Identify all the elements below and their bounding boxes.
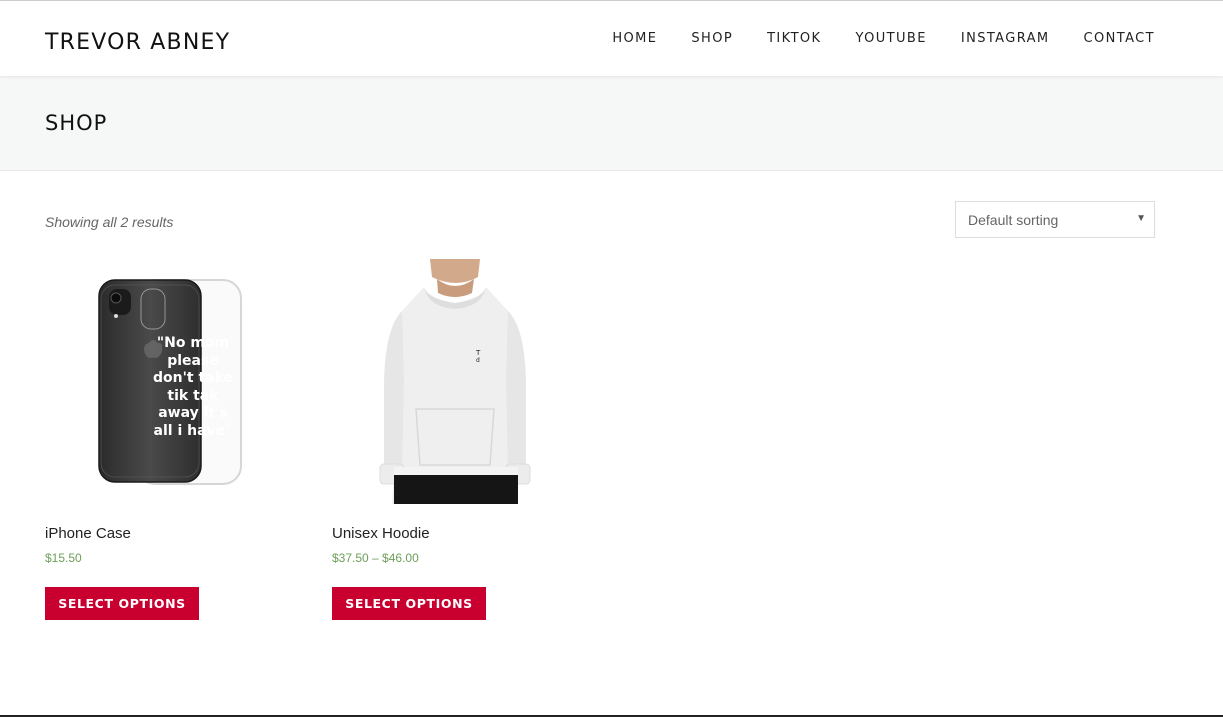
select-options-button[interactable]: SELECT OPTIONS xyxy=(45,587,199,620)
print-line: all i have" xyxy=(153,422,233,439)
product-name[interactable]: Unisex Hoodie xyxy=(332,525,577,542)
select-options-button[interactable]: SELECT OPTIONS xyxy=(332,587,486,620)
svg-text:T: T xyxy=(475,349,481,357)
print-line: "No mom xyxy=(156,335,230,351)
print-line: please xyxy=(167,352,219,369)
nav-youtube[interactable]: YOUTUBE xyxy=(855,31,926,46)
print-line: tik tak xyxy=(167,387,219,404)
main-nav: HOME SHOP TIKTOK YOUTUBE INSTAGRAM CONTA… xyxy=(612,31,1155,46)
sorting-selected-value: Default sorting xyxy=(968,212,1059,228)
chevron-down-icon: ▼ xyxy=(1136,213,1146,224)
nav-home[interactable]: HOME xyxy=(612,31,657,46)
print-line: away it's xyxy=(158,405,228,421)
product-card: "No mom please don't take tik tak away i… xyxy=(45,259,290,620)
svg-text:d: d xyxy=(476,357,480,364)
product-image[interactable]: "No mom please don't take tik tak away i… xyxy=(45,259,290,504)
hoodie-image: T d xyxy=(379,259,531,504)
product-price: $37.50 – $46.00 xyxy=(332,551,419,565)
nav-contact[interactable]: CONTACT xyxy=(1084,31,1155,46)
product-card: T d Unisex Hoodie $37.50 – $46.00 SELECT… xyxy=(332,259,577,620)
sorting-select[interactable]: Default sorting ▼ xyxy=(955,201,1155,238)
product-image[interactable]: T d xyxy=(332,259,577,504)
nav-shop[interactable]: SHOP xyxy=(691,31,733,46)
site-header: TREVOR ABNEY HOME SHOP TIKTOK YOUTUBE IN… xyxy=(0,1,1223,76)
nav-tiktok[interactable]: TIKTOK xyxy=(767,31,821,46)
result-count: Showing all 2 results xyxy=(45,214,174,230)
page-title: SHOP xyxy=(45,111,108,135)
iphone-case-print: "No mom please don't take tik tak away i… xyxy=(138,335,248,440)
site-logo[interactable]: TREVOR ABNEY xyxy=(45,30,230,55)
product-price: $15.50 xyxy=(45,551,82,565)
print-line: don't take xyxy=(152,370,234,386)
nav-instagram[interactable]: INSTAGRAM xyxy=(961,31,1050,46)
product-name[interactable]: iPhone Case xyxy=(45,525,290,542)
page-title-bar: SHOP xyxy=(0,76,1223,171)
